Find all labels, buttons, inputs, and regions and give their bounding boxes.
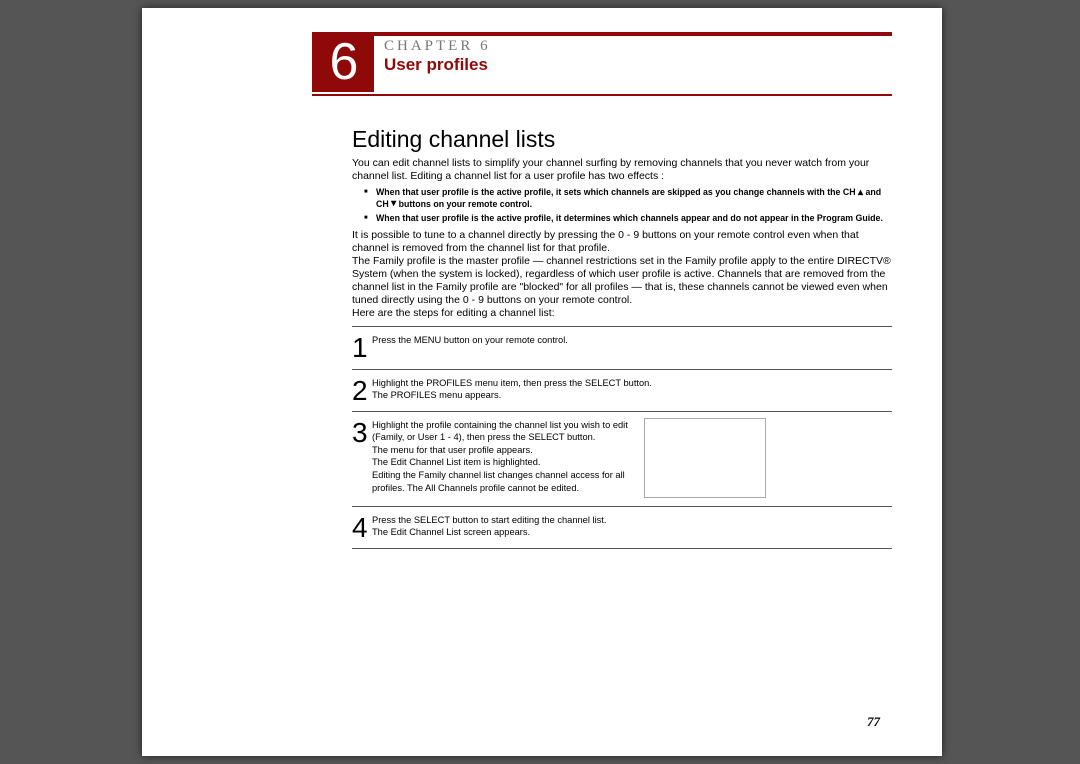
step-text: Highlight the PROFILES menu item, then p… [372,376,892,402]
step-row: 1 Press the MENU button on your remote c… [352,326,892,368]
effects-list: When that user profile is the active pro… [352,187,892,224]
screenshot-placeholder [644,418,766,498]
steps-container: 1 Press the MENU button on your remote c… [352,326,892,549]
section-heading: Editing channel lists [352,126,892,153]
manual-page: 6 CHAPTER 6 User profiles Editing channe… [142,8,942,756]
step-row: 4 Press the SELECT button to start editi… [352,506,892,549]
step-number: 4 [352,513,372,540]
step-number: 2 [352,376,372,403]
after-bullets-paragraph: It is possible to tune to a channel dire… [352,229,892,321]
header-top-rule [312,32,892,36]
bullet-text: When that user profile is the active pro… [376,187,858,197]
bullet-item: When that user profile is the active pro… [376,213,892,224]
intro-paragraph: You can edit channel lists to simplify y… [352,157,892,183]
bullet-text: buttons on your remote control. [396,199,532,209]
step-number: 1 [352,333,372,360]
page-number: 77 [867,714,880,730]
step-row: 2 Highlight the PROFILES menu item, then… [352,369,892,411]
step-number: 3 [352,418,372,445]
step-text: Press the MENU button on your remote con… [372,333,892,347]
page-content: Editing channel lists You can edit chann… [352,118,892,549]
bullet-item: When that user profile is the active pro… [376,187,892,210]
chapter-label: CHAPTER 6 [384,38,491,55]
chapter-header: 6 CHAPTER 6 User profiles [312,32,892,96]
chapter-text-block: CHAPTER 6 User profiles [374,36,491,92]
step-text: Press the SELECT button to start editing… [372,513,892,539]
step-row: 3 Highlight the profile containing the c… [352,411,892,506]
chapter-number-box: 6 [312,32,374,92]
step-text: Highlight the profile containing the cha… [372,418,632,494]
header-bottom-rule [312,94,892,96]
chapter-bar: 6 CHAPTER 6 User profiles [312,36,892,92]
chapter-title: User profiles [384,55,491,75]
bullet-text: When that user profile is the active pro… [376,213,883,223]
